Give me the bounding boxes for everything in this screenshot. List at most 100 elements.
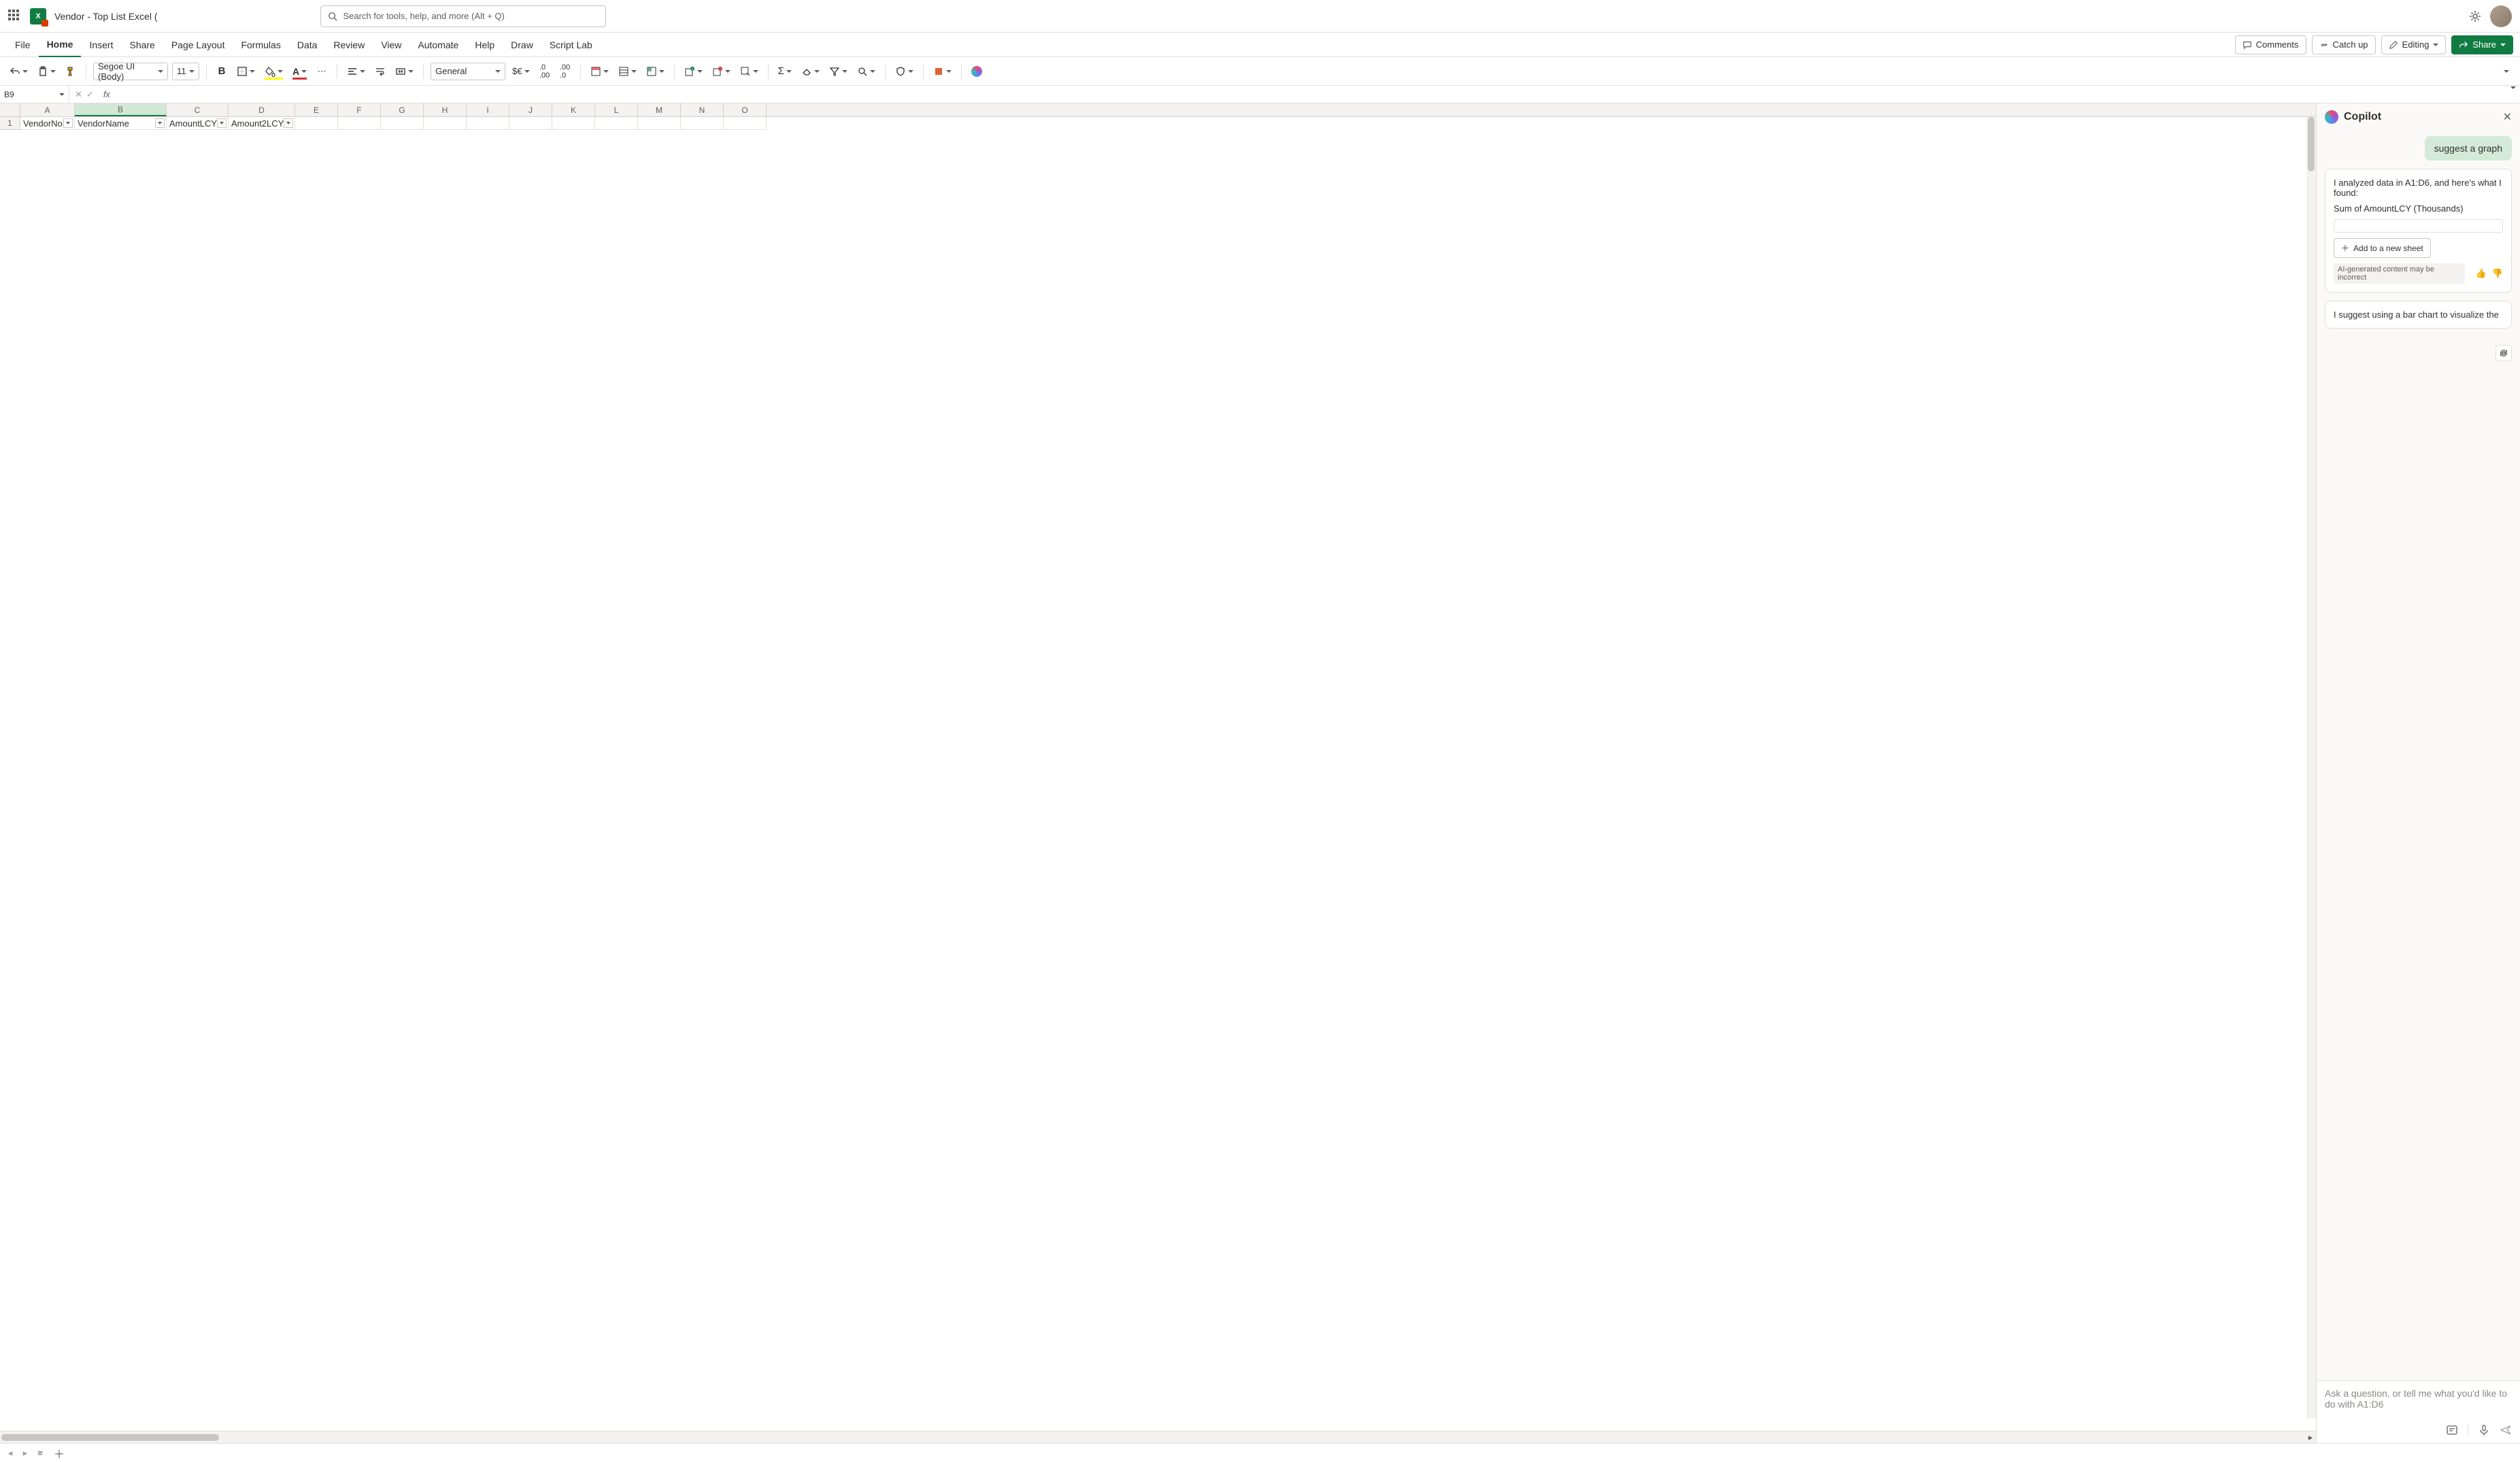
filter-button[interactable] xyxy=(63,118,73,128)
filter-button[interactable] xyxy=(155,118,165,128)
cell-E1[interactable] xyxy=(295,117,338,130)
addins-button[interactable] xyxy=(930,62,954,81)
sort-filter-button[interactable] xyxy=(826,62,850,81)
send-icon[interactable] xyxy=(2500,1424,2512,1436)
paste-button[interactable] xyxy=(35,62,58,81)
formula-input[interactable] xyxy=(114,86,2506,103)
column-header-N[interactable]: N xyxy=(681,103,724,116)
cancel-formula-icon[interactable]: ✕ xyxy=(75,89,82,100)
column-header-G[interactable]: G xyxy=(381,103,424,116)
ribbon-tab-help[interactable]: Help xyxy=(467,33,503,57)
scroll-right-arrow[interactable]: ▸ xyxy=(2305,1432,2316,1443)
column-header-A[interactable]: A xyxy=(20,103,75,116)
filter-button[interactable] xyxy=(284,118,293,128)
cell-L1[interactable] xyxy=(595,117,638,130)
insert-cells-button[interactable]: + xyxy=(682,62,705,81)
column-header-O[interactable]: O xyxy=(724,103,767,116)
ribbon-tab-insert[interactable]: Insert xyxy=(81,33,121,57)
column-header-M[interactable]: M xyxy=(638,103,681,116)
find-button[interactable] xyxy=(854,62,878,81)
column-header-F[interactable]: F xyxy=(338,103,381,116)
cell-F1[interactable] xyxy=(338,117,381,130)
editing-mode-button[interactable]: Editing xyxy=(2381,35,2447,54)
undo-button[interactable] xyxy=(7,62,31,81)
sheet-nav-next[interactable]: ▸ xyxy=(19,1448,31,1459)
wrap-text-button[interactable] xyxy=(372,62,388,81)
format-painter-button[interactable] xyxy=(63,62,79,81)
currency-button[interactable]: $€ xyxy=(509,62,532,81)
clear-button[interactable] xyxy=(799,62,822,81)
cell-C1[interactable]: AmountLCY xyxy=(167,117,229,130)
refresh-button[interactable] xyxy=(2496,345,2512,361)
sheet-menu-button[interactable]: ≡ xyxy=(34,1448,46,1458)
column-header-K[interactable]: K xyxy=(552,103,595,116)
autosum-button[interactable]: Σ xyxy=(775,62,794,81)
document-title[interactable]: Vendor - Top List Excel ( xyxy=(54,11,157,22)
sheet-nav-prev[interactable]: ◂ xyxy=(4,1448,16,1459)
catch-up-button[interactable]: Catch up xyxy=(2312,35,2376,54)
column-header-I[interactable]: I xyxy=(467,103,509,116)
align-button[interactable] xyxy=(344,62,368,81)
sensitivity-button[interactable] xyxy=(892,62,916,81)
cell-H1[interactable] xyxy=(424,117,467,130)
format-cells-button[interactable] xyxy=(737,62,761,81)
user-avatar[interactable] xyxy=(2490,5,2512,27)
ribbon-tab-review[interactable]: Review xyxy=(325,33,373,57)
bold-button[interactable]: B xyxy=(214,62,230,81)
confirm-formula-icon[interactable]: ✓ xyxy=(86,89,94,100)
prompt-guide-icon[interactable] xyxy=(2446,1424,2458,1436)
font-name-select[interactable]: Segoe UI (Body) xyxy=(93,63,168,80)
cell-I1[interactable] xyxy=(467,117,509,130)
ribbon-tab-draw[interactable]: Draw xyxy=(503,33,541,57)
horizontal-scrollbar[interactable] xyxy=(1,1434,219,1441)
vertical-scrollbar[interactable] xyxy=(2306,117,2316,1418)
formula-expand-button[interactable] xyxy=(2506,89,2520,99)
column-header-H[interactable]: H xyxy=(424,103,467,116)
microphone-icon[interactable] xyxy=(2478,1424,2490,1436)
ribbon-tab-file[interactable]: File xyxy=(7,33,39,57)
ribbon-tab-formulas[interactable]: Formulas xyxy=(233,33,288,57)
column-header-C[interactable]: C xyxy=(167,103,229,116)
name-box[interactable]: B9 xyxy=(0,86,69,103)
ribbon-tab-data[interactable]: Data xyxy=(289,33,326,57)
font-color-button[interactable]: A xyxy=(290,62,309,81)
thumbs-up-icon[interactable]: 👍 xyxy=(2476,268,2487,279)
cell-A1[interactable]: VendorNo xyxy=(20,117,75,130)
ribbon-tab-home[interactable]: Home xyxy=(39,33,82,57)
delete-cells-button[interactable]: − xyxy=(709,62,733,81)
fill-color-button[interactable] xyxy=(262,62,286,81)
number-format-select[interactable]: General xyxy=(431,63,505,80)
ribbon-tab-share[interactable]: Share xyxy=(121,33,163,57)
conditional-format-button[interactable] xyxy=(588,62,611,81)
fx-icon[interactable]: fx xyxy=(99,89,114,99)
share-button[interactable]: Share xyxy=(2451,35,2513,54)
ribbon-tab-view[interactable]: View xyxy=(373,33,409,57)
add-to-sheet-button[interactable]: ＋ Add to a new sheet xyxy=(2334,238,2431,258)
close-icon[interactable]: ✕ xyxy=(2503,110,2512,124)
font-size-select[interactable]: 11 xyxy=(172,63,199,80)
ribbon-tab-page-layout[interactable]: Page Layout xyxy=(163,33,233,57)
ribbon-tab-automate[interactable]: Automate xyxy=(409,33,467,57)
column-header-J[interactable]: J xyxy=(509,103,552,116)
merge-button[interactable] xyxy=(392,62,416,81)
cell-O1[interactable] xyxy=(724,117,767,130)
column-header-D[interactable]: D xyxy=(229,103,295,116)
column-header-E[interactable]: E xyxy=(295,103,338,116)
select-all-corner[interactable] xyxy=(0,103,20,117)
decrease-decimal-button[interactable]: .00.0 xyxy=(557,62,573,81)
cell-B1[interactable]: VendorName xyxy=(75,117,167,130)
cell-D1[interactable]: Amount2LCY xyxy=(229,117,295,130)
add-sheet-button[interactable]: ＋ xyxy=(52,1446,67,1461)
search-box[interactable]: Search for tools, help, and more (Alt + … xyxy=(320,5,606,27)
cell-G1[interactable] xyxy=(381,117,424,130)
column-header-L[interactable]: L xyxy=(595,103,638,116)
settings-icon[interactable] xyxy=(2468,10,2482,23)
cell-K1[interactable] xyxy=(552,117,595,130)
cell-J1[interactable] xyxy=(509,117,552,130)
cell-M1[interactable] xyxy=(638,117,681,130)
thumbs-down-icon[interactable]: 👎 xyxy=(2492,268,2503,279)
borders-button[interactable] xyxy=(234,62,258,81)
ribbon-expand-button[interactable] xyxy=(2497,62,2513,81)
copilot-toolbar-button[interactable] xyxy=(969,62,985,81)
cell-styles-button[interactable] xyxy=(643,62,667,81)
